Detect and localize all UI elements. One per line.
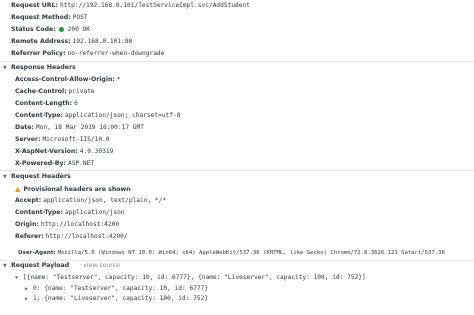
payload-summary-text: [{name: "Testserver", capacity: 10, id: … <box>23 274 366 281</box>
request-headers-toggle[interactable]: ▼ Request Headers <box>3 172 71 182</box>
provisional-warning: ▲ Provisional headers are shown <box>15 184 131 195</box>
general-value: 200 OK <box>67 26 90 33</box>
header-key: Cache-Control: <box>15 88 67 95</box>
header-row: Referer: http://localhost:4200/ <box>15 232 128 242</box>
header-key: Referer: <box>15 233 44 240</box>
general-key: Request URL: <box>11 2 58 9</box>
section-title: Response Headers <box>11 64 76 71</box>
header-key: X-Powered-By: <box>15 160 67 167</box>
header-row: Access-Control-Allow-Origin: * <box>15 75 121 85</box>
payload-summary[interactable]: ▼ [{name: "Testserver", capacity: 10, id:… <box>15 273 366 283</box>
header-value: application/json; charset=utf-8 <box>64 112 181 119</box>
general-row-remote: Remote Address: 192.168.0.101:80 <box>11 37 132 47</box>
divider <box>0 170 474 171</box>
header-row: Server: Microsoft-IIS/10.0 <box>15 135 110 145</box>
general-row-referrer: Referrer Policy: no-referrer-when-downgr… <box>11 49 164 59</box>
payload-item-text: {name: "Testserver", capacity: 10, id: 6… <box>44 285 209 292</box>
payload-item-text: {name: "Liveserver", capacity: 100, id: … <box>44 295 209 302</box>
header-key: X-AspNet-Version: <box>15 148 78 155</box>
header-value: 6 <box>74 100 78 107</box>
header-key: User-Agent: <box>18 250 56 256</box>
header-value: http://localhost:4200/ <box>45 233 128 240</box>
header-row: X-Powered-By: ASP.NET <box>15 159 94 169</box>
header-value: 4.0.30319 <box>79 148 114 155</box>
header-value: * <box>116 76 121 83</box>
general-row-method: Request Method: POST <box>11 13 88 23</box>
header-row: Content-Length: 6 <box>15 99 78 109</box>
triangle-down-icon: ▼ <box>3 65 7 71</box>
header-value: ASP.NET <box>67 160 95 167</box>
header-row: Origin: http://localhost:4200 <box>15 220 119 230</box>
header-key: Content-Length: <box>15 100 73 107</box>
warning-icon: ▲ <box>15 185 21 193</box>
warning-text: Provisional headers are shown <box>23 186 131 193</box>
header-row: Content-Type: application/json <box>15 208 125 218</box>
general-key: Remote Address: <box>11 38 71 45</box>
general-key: Request Method: <box>11 14 71 21</box>
header-value: application/json, text/plain, */* <box>43 197 167 204</box>
header-key: Server: <box>15 136 41 143</box>
triangle-right-icon: ▶ <box>25 296 29 302</box>
general-value: no-referrer-when-downgrade <box>67 50 165 57</box>
payload-index: 0: <box>33 285 41 292</box>
divider <box>0 61 474 62</box>
payload-item[interactable]: ▶ 0: {name: "Testserver", capacity: 10, i… <box>25 284 208 294</box>
payload-item[interactable]: ▶ 1: {name: "Liveserver", capacity: 100, … <box>25 294 208 304</box>
general-value[interactable]: http://192.168.0.101/TestServiceImpl.svc… <box>60 2 250 9</box>
header-row: Content-Type: application/json; charset=… <box>15 111 180 121</box>
general-key: Referrer Policy: <box>11 50 66 57</box>
general-key: Status Code: <box>11 26 56 33</box>
payload-index: 1: <box>33 295 41 302</box>
triangle-down-icon: ▼ <box>15 275 19 281</box>
header-key: Content-Type: <box>15 209 63 216</box>
header-row: X-AspNet-Version: 4.0.30319 <box>15 147 113 157</box>
status-ok-icon <box>58 26 64 32</box>
header-row: User-Agent: Mozilla/5.0 (Windows NT 10.0… <box>18 248 445 258</box>
header-key: Accept: <box>15 197 42 204</box>
triangle-down-icon: ▼ <box>3 263 7 269</box>
general-value: POST <box>72 14 88 21</box>
triangle-right-icon: ▶ <box>25 286 29 292</box>
header-value: http://localhost:4200 <box>40 221 120 228</box>
header-key: Content-Type: <box>15 112 63 119</box>
response-headers-toggle[interactable]: ▼ Response Headers <box>3 63 76 73</box>
view-source-link[interactable]: view source <box>83 262 120 269</box>
header-key: Access-Control-Allow-Origin: <box>15 76 115 83</box>
header-value: Mozilla/5.0 (Windows NT 10.0; Win64; x64… <box>57 250 445 256</box>
header-value: Microsoft-IIS/10.0 <box>42 136 110 143</box>
header-row: Accept: application/json, text/plain, */… <box>15 196 166 206</box>
header-value: private <box>68 88 95 95</box>
header-key: Origin: <box>15 221 39 228</box>
triangle-down-icon: ▼ <box>3 174 7 180</box>
header-value: Mon, 18 Mar 2019 16:00:17 GMT <box>35 124 144 131</box>
general-row-url: Request URL: http://192.168.0.101/TestSe… <box>11 1 250 11</box>
header-row: Cache-Control: private <box>15 87 95 97</box>
header-row: Date: Mon, 18 Mar 2019 16:00:17 GMT <box>15 123 144 133</box>
general-value: 192.168.0.101:80 <box>72 38 133 45</box>
general-row-status: Status Code: 200 OK <box>11 25 90 35</box>
header-value: application/json <box>64 209 125 216</box>
section-title: Request Headers <box>11 173 71 180</box>
header-key: Date: <box>15 124 34 131</box>
section-title: Request Payload <box>11 262 70 269</box>
request-payload-toggle[interactable]: ▼ Request Payload view source <box>3 261 120 271</box>
